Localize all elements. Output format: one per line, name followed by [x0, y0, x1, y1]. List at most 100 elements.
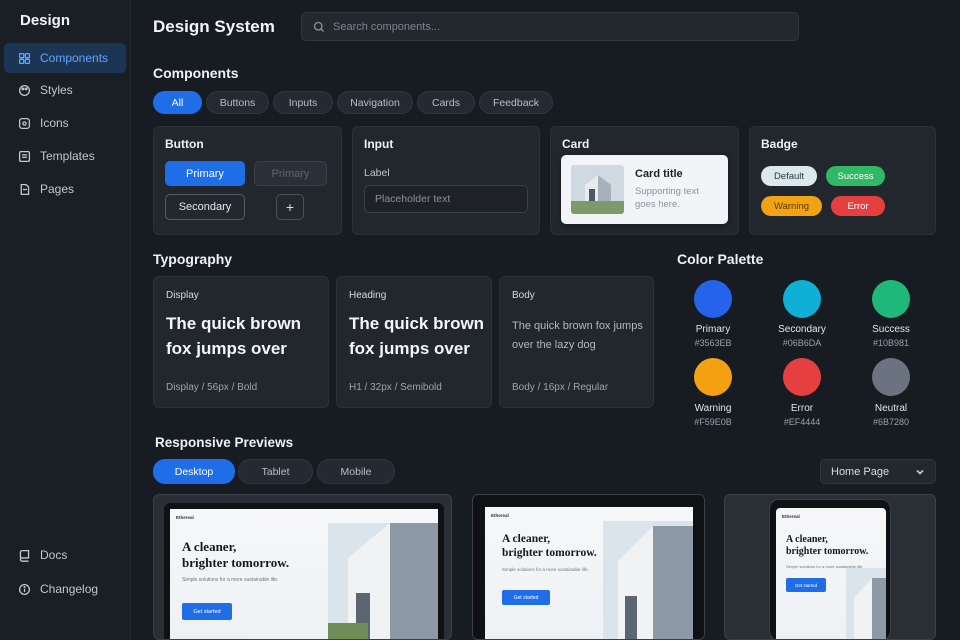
page-select-value: Home Page [831, 465, 890, 478]
app-window: Design Components Styles Icons Templates… [0, 0, 960, 640]
swatch-hex: #06B6DA [782, 338, 822, 348]
tab-desktop[interactable]: Desktop [153, 459, 235, 484]
primary-button[interactable]: Primary [165, 161, 245, 186]
desktop-preview[interactable]: Ethereal A cleaner, brighter tomorrow. S… [153, 494, 452, 640]
filter-buttons[interactable]: Buttons [206, 91, 269, 114]
page-select-dropdown[interactable]: Home Page [820, 459, 936, 484]
pages-icon [18, 183, 31, 196]
card-title: Badge [761, 137, 798, 151]
filter-inputs[interactable]: Inputs [273, 91, 333, 114]
sidebar-item-components[interactable]: Components [4, 43, 126, 73]
info-icon [18, 583, 31, 596]
color-palette-heading: Color Palette [677, 251, 764, 267]
swatch-hex: #6B7280 [872, 417, 910, 427]
tab-mobile[interactable]: Mobile [317, 459, 395, 484]
warning-swatch[interactable] [694, 358, 732, 396]
search-icon [313, 21, 324, 32]
tab-tablet[interactable]: Tablet [238, 459, 313, 484]
body-sample-text: The quick brown fox jumps over the lazy … [512, 320, 643, 351]
sidebar-item-changelog[interactable]: Changelog [4, 574, 126, 604]
default-badge: Default [761, 166, 817, 186]
sidebar-item-label: Templates [40, 149, 95, 163]
sidebar-item-label: Pages [40, 182, 75, 196]
heading-sample-text: The quick brown fox jumps over [349, 314, 485, 358]
secondary-swatch[interactable] [783, 280, 821, 318]
primary-disabled-button: Primary [254, 161, 327, 186]
responsive-previews-heading: Responsive Previews [155, 435, 294, 450]
success-swatch[interactable] [872, 280, 910, 318]
swatch-hex: #10B981 [872, 338, 910, 348]
swatch-name: Error [790, 403, 814, 414]
components-icon [18, 52, 31, 65]
display-sample-text: The quick brown fox jumps over [166, 314, 302, 358]
type-meta: Body / 16px / Regular [512, 382, 609, 393]
add-icon-button[interactable]: + [276, 194, 304, 220]
chevron-down-icon [916, 469, 924, 475]
get-started-button[interactable]: Get started [786, 578, 826, 592]
swatch-name: Secondary [778, 324, 826, 335]
sidebar-item-templates[interactable]: Templates [4, 141, 126, 171]
body-sample-card: Body The quick brown fox jumps over the … [499, 276, 654, 408]
display-sample-card: Display The quick brown fox jumps over D… [153, 276, 329, 408]
sample-card-title: Card title [635, 168, 683, 180]
tablet-screen: Ethereal A cleaner, brighter tomorrow. S… [485, 507, 693, 639]
card-title: Button [165, 137, 204, 151]
site-nav: Ethereal [782, 512, 880, 520]
sidebar-item-docs[interactable]: Docs [4, 540, 126, 570]
docs-icon [18, 549, 31, 562]
filter-cards[interactable]: Cards [417, 91, 475, 114]
sample-card[interactable]: Card title Supporting text goes here. [561, 155, 728, 224]
error-swatch[interactable] [783, 358, 821, 396]
site-logo: Ethereal [782, 513, 800, 519]
button-component-card: Button Primary Primary Secondary + [153, 126, 342, 235]
success-badge: Success [826, 166, 885, 186]
hero-subtitle: Simple solutions for a more sustainable … [182, 577, 279, 583]
primary-swatch[interactable] [694, 280, 732, 318]
swatch-name: Neutral [874, 403, 908, 414]
input-component-card: Input Label [352, 126, 540, 235]
sidebar-item-styles[interactable]: Styles [4, 75, 126, 105]
filter-all[interactable]: All [153, 91, 202, 114]
filter-navigation[interactable]: Navigation [337, 91, 413, 114]
swatch-hex: #EF4444 [783, 417, 821, 427]
desktop-device: Ethereal A cleaner, brighter tomorrow. S… [164, 503, 444, 639]
site-logo: Ethereal [491, 512, 509, 518]
search-bar[interactable] [301, 12, 799, 41]
sidebar-item-label: Docs [40, 548, 68, 562]
sidebar-item-pages[interactable]: Pages [4, 174, 126, 204]
site-nav: Ethereal [491, 511, 687, 519]
hero-subtitle: Simple solutions for a more sustainable … [502, 567, 589, 572]
get-started-button[interactable]: Get started [182, 603, 232, 620]
icons-icon [18, 117, 31, 130]
sidebar-item-icons[interactable]: Icons [4, 108, 126, 138]
mobile-screen: Ethereal A cleaner, brighter tomorrow. S… [776, 508, 886, 639]
templates-icon [18, 150, 31, 163]
card-title: Card [562, 137, 590, 151]
swatch-hex: #F59E0B [694, 417, 732, 427]
card-image [571, 165, 624, 214]
type-label: Body [512, 290, 535, 301]
get-started-button[interactable]: Get started [502, 590, 550, 605]
mobile-preview[interactable]: Ethereal A cleaner, brighter tomorrow. S… [724, 494, 936, 640]
input-label: Label [364, 167, 390, 179]
neutral-swatch[interactable] [872, 358, 910, 396]
page-title: Design System [153, 17, 275, 36]
hero-subtitle: Simple solutions for a more sustainable … [786, 564, 864, 569]
hero-heading-line1: A cleaner, [786, 534, 828, 545]
desktop-screen: Ethereal A cleaner, brighter tomorrow. S… [170, 509, 438, 639]
filter-feedback[interactable]: Feedback [479, 91, 553, 114]
search-input[interactable] [333, 20, 773, 33]
site-logo: Ethereal [176, 514, 194, 520]
swatch-hex: #3563EB [694, 338, 732, 348]
brand-title: Design [20, 12, 71, 29]
building-image [846, 568, 886, 639]
hero-heading-line2: brighter tomorrow. [786, 546, 869, 557]
tablet-preview[interactable]: Ethereal A cleaner, brighter tomorrow. S… [472, 494, 705, 640]
placeholder-input[interactable] [364, 185, 528, 213]
palette-icon [18, 84, 31, 97]
hero-heading-line2: brighter tomorrow. [182, 555, 290, 570]
heading-sample-card: Heading The quick brown fox jumps over H… [336, 276, 492, 408]
badge-component-card: Badge Default Success Warning Error [749, 126, 936, 235]
sidebar-item-label: Icons [40, 116, 69, 130]
secondary-button[interactable]: Secondary [165, 194, 245, 220]
